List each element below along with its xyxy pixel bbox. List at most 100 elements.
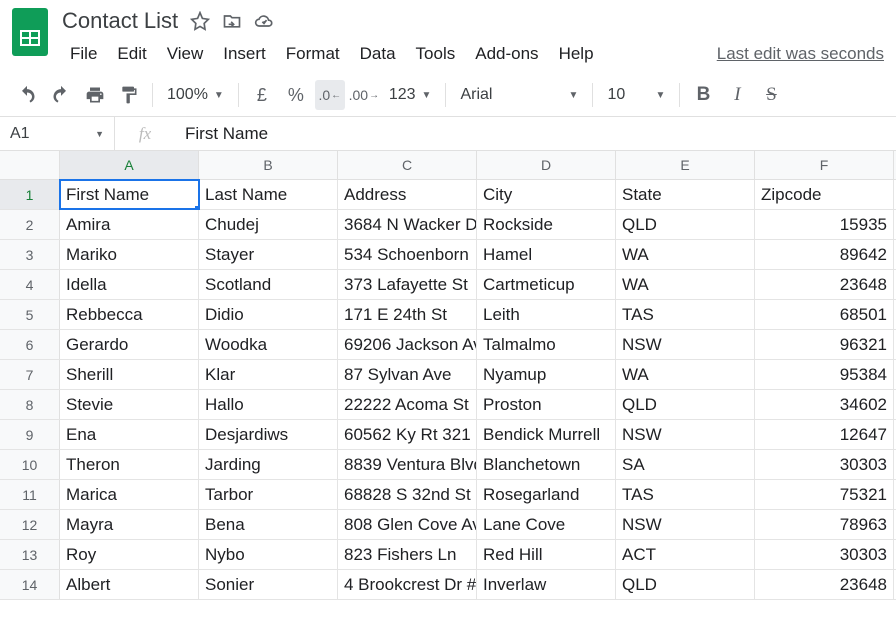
cell[interactable]: 23648 (755, 570, 894, 599)
cell[interactable]: Mariko (60, 240, 199, 269)
cell[interactable]: 60562 Ky Rt 321 (338, 420, 477, 449)
cell[interactable]: Theron (60, 450, 199, 479)
cell[interactable]: City (477, 180, 616, 209)
cell[interactable]: 373 Lafayette St (338, 270, 477, 299)
italic-button[interactable]: I (722, 80, 752, 110)
cell[interactable]: Nybo (199, 540, 338, 569)
cell[interactable]: First Name (60, 180, 199, 209)
cell[interactable]: Blanchetown (477, 450, 616, 479)
row-header[interactable]: 2 (0, 210, 60, 239)
cell[interactable]: 78963 (755, 510, 894, 539)
cell[interactable]: Ena (60, 420, 199, 449)
cell[interactable]: Chudej (199, 210, 338, 239)
cell[interactable]: Cartmeticup (477, 270, 616, 299)
cell[interactable]: WA (616, 360, 755, 389)
menu-add-ons[interactable]: Add-ons (467, 40, 546, 68)
cell[interactable]: 30303 (755, 540, 894, 569)
row-header[interactable]: 14 (0, 570, 60, 599)
cell[interactable]: Hamel (477, 240, 616, 269)
cell[interactable]: 12647 (755, 420, 894, 449)
cell[interactable]: Zipcode (755, 180, 894, 209)
cell[interactable]: Mayra (60, 510, 199, 539)
formula-input[interactable]: First Name (175, 124, 896, 144)
cell[interactable]: TAS (616, 300, 755, 329)
doc-title[interactable]: Contact List (62, 8, 178, 34)
cell[interactable]: 8839 Ventura Blvd (338, 450, 477, 479)
cell[interactable]: 96321 (755, 330, 894, 359)
cell[interactable]: Address (338, 180, 477, 209)
cell[interactable]: 68828 S 32nd St (338, 480, 477, 509)
cell[interactable]: 68501 (755, 300, 894, 329)
fontsize-select[interactable]: 10▼ (601, 80, 671, 110)
percent-button[interactable]: % (281, 80, 311, 110)
col-header-F[interactable]: F (755, 151, 894, 179)
col-header-A[interactable]: A (60, 151, 199, 179)
cell[interactable]: Roy (60, 540, 199, 569)
col-header-B[interactable]: B (199, 151, 338, 179)
cell[interactable]: 30303 (755, 450, 894, 479)
cell[interactable]: 34602 (755, 390, 894, 419)
cell[interactable]: Talmalmo (477, 330, 616, 359)
row-header[interactable]: 10 (0, 450, 60, 479)
cell[interactable]: NSW (616, 420, 755, 449)
cell[interactable]: 171 E 24th St (338, 300, 477, 329)
cell[interactable]: NSW (616, 510, 755, 539)
cell[interactable]: 87 Sylvan Ave (338, 360, 477, 389)
cell[interactable]: SA (616, 450, 755, 479)
cell[interactable]: Jarding (199, 450, 338, 479)
cell[interactable]: 69206 Jackson Ave (338, 330, 477, 359)
cell[interactable]: QLD (616, 210, 755, 239)
cell[interactable]: Didio (199, 300, 338, 329)
cell[interactable]: Desjardiws (199, 420, 338, 449)
cell[interactable]: QLD (616, 390, 755, 419)
row-header[interactable]: 8 (0, 390, 60, 419)
cell[interactable]: Red Hill (477, 540, 616, 569)
cell[interactable]: Hallo (199, 390, 338, 419)
cell[interactable]: Sherill (60, 360, 199, 389)
row-header[interactable]: 13 (0, 540, 60, 569)
col-header-D[interactable]: D (477, 151, 616, 179)
cell[interactable]: Nyamup (477, 360, 616, 389)
cell[interactable]: 823 Fishers Ln (338, 540, 477, 569)
cell[interactable]: Leith (477, 300, 616, 329)
print-button[interactable] (80, 80, 110, 110)
last-edit-link[interactable]: Last edit was seconds (717, 40, 884, 68)
cell[interactable]: ACT (616, 540, 755, 569)
cell[interactable]: Amira (60, 210, 199, 239)
row-header[interactable]: 3 (0, 240, 60, 269)
cell[interactable]: 534 Schoenborn (338, 240, 477, 269)
currency-button[interactable]: £ (247, 80, 277, 110)
row-header[interactable]: 7 (0, 360, 60, 389)
cell[interactable]: Scotland (199, 270, 338, 299)
decrease-decimal-button[interactable]: .0← (315, 80, 345, 110)
menu-tools[interactable]: Tools (408, 40, 464, 68)
cell[interactable]: 23648 (755, 270, 894, 299)
menu-help[interactable]: Help (551, 40, 602, 68)
cell[interactable]: Gerardo (60, 330, 199, 359)
col-header-C[interactable]: C (338, 151, 477, 179)
row-header[interactable]: 6 (0, 330, 60, 359)
cell[interactable]: Last Name (199, 180, 338, 209)
cell[interactable]: Rebbecca (60, 300, 199, 329)
row-header[interactable]: 5 (0, 300, 60, 329)
cell[interactable]: Albert (60, 570, 199, 599)
number-format-select[interactable]: 123▼ (383, 80, 438, 110)
redo-button[interactable] (46, 80, 76, 110)
select-all-corner[interactable] (0, 151, 60, 179)
row-header[interactable]: 9 (0, 420, 60, 449)
menu-insert[interactable]: Insert (215, 40, 274, 68)
move-icon[interactable] (222, 11, 242, 31)
cloud-icon[interactable] (254, 11, 274, 31)
cell[interactable]: 75321 (755, 480, 894, 509)
cell[interactable]: Inverlaw (477, 570, 616, 599)
font-select[interactable]: Arial▼ (454, 80, 584, 110)
col-header-E[interactable]: E (616, 151, 755, 179)
increase-decimal-button[interactable]: .00→ (349, 80, 379, 110)
cell[interactable]: Woodka (199, 330, 338, 359)
cell[interactable]: 22222 Acoma St (338, 390, 477, 419)
cell[interactable]: WA (616, 270, 755, 299)
cell[interactable]: QLD (616, 570, 755, 599)
menu-format[interactable]: Format (278, 40, 348, 68)
row-header[interactable]: 4 (0, 270, 60, 299)
sheets-logo[interactable] (12, 8, 52, 48)
